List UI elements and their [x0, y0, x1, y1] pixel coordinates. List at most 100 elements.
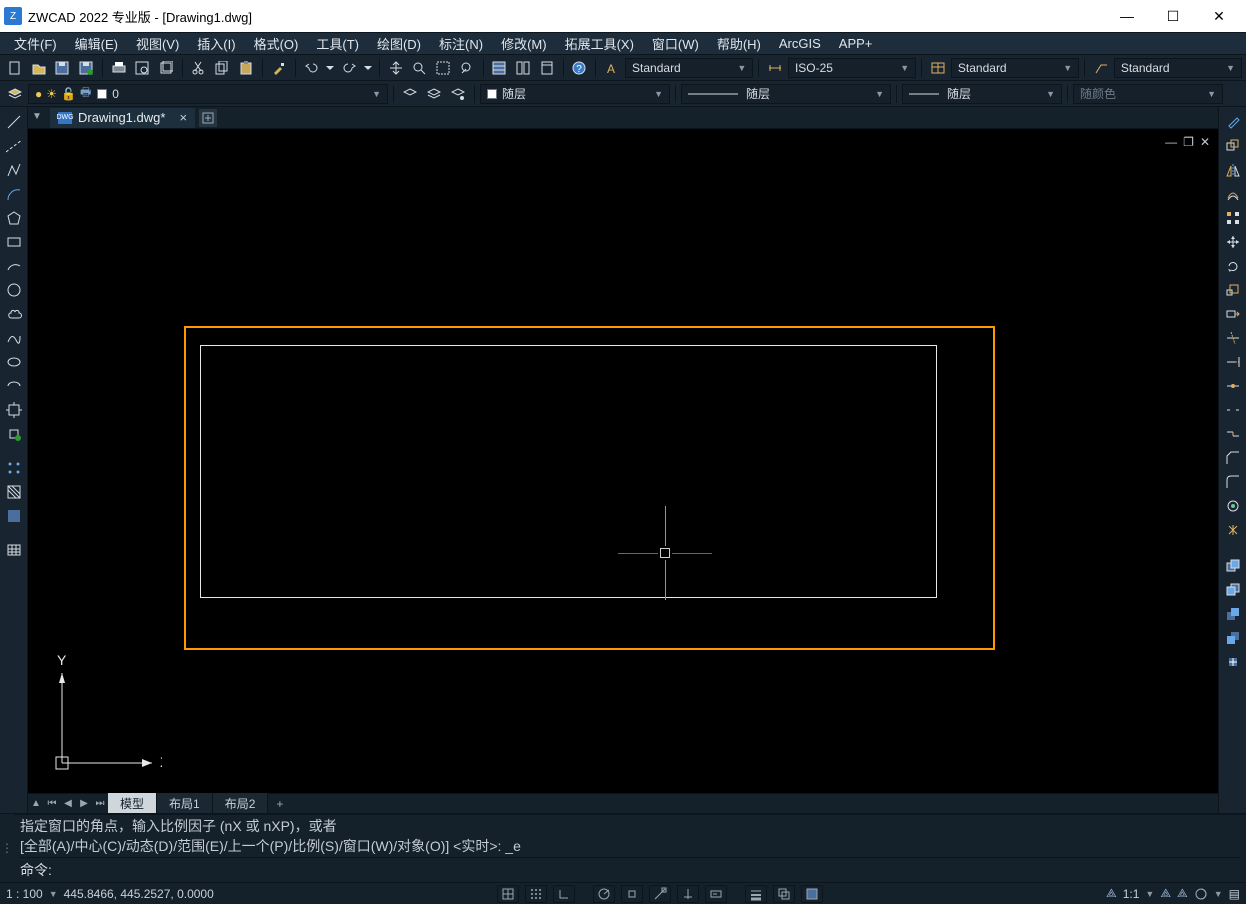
- layout-tab-2[interactable]: 布局2: [213, 793, 269, 813]
- menu-help[interactable]: 帮助(H): [709, 32, 769, 55]
- doc-minimize-button[interactable]: —: [1165, 135, 1177, 149]
- break-at-point-button[interactable]: [1222, 375, 1244, 397]
- layout-tab-model[interactable]: 模型: [108, 793, 157, 813]
- doc-close-button[interactable]: ✕: [1200, 135, 1210, 149]
- undo-button[interactable]: [301, 57, 323, 79]
- model-paper-button[interactable]: [801, 885, 823, 903]
- layout-prev-button[interactable]: ◀: [60, 795, 76, 813]
- design-center-button[interactable]: [512, 57, 534, 79]
- cut-button[interactable]: [188, 57, 210, 79]
- erase-button[interactable]: [1222, 111, 1244, 133]
- layout-last-button[interactable]: ⏭: [92, 795, 108, 813]
- open-button[interactable]: [28, 57, 50, 79]
- table-button[interactable]: [3, 539, 25, 561]
- annotation-icon[interactable]: ⟁: [1106, 886, 1117, 901]
- redo-list-button[interactable]: [362, 57, 374, 79]
- redo-button[interactable]: [338, 57, 360, 79]
- otrack-button[interactable]: [649, 885, 671, 903]
- move-button[interactable]: [1222, 231, 1244, 253]
- menu-view[interactable]: 视图(V): [128, 32, 187, 55]
- dim-style-combo[interactable]: ISO-25 ▼: [788, 58, 916, 78]
- arc3p-button[interactable]: [3, 255, 25, 277]
- gradient-button[interactable]: [3, 505, 25, 527]
- menu-arcgis[interactable]: ArcGIS: [771, 34, 829, 53]
- help-button[interactable]: ?: [569, 57, 591, 79]
- circle-button[interactable]: [3, 279, 25, 301]
- workspace-dropdown[interactable]: ▼: [1214, 889, 1223, 899]
- layout-add-button[interactable]: +: [268, 795, 291, 813]
- linetype-combo[interactable]: 随层 ▼: [681, 84, 891, 104]
- arc-button[interactable]: [3, 183, 25, 205]
- hatch-button[interactable]: [3, 481, 25, 503]
- rotate-button[interactable]: [1222, 255, 1244, 277]
- line-button[interactable]: [3, 111, 25, 133]
- menu-draw[interactable]: 绘图(D): [369, 32, 429, 55]
- revcloud-button[interactable]: [3, 303, 25, 325]
- grid-button[interactable]: [525, 885, 547, 903]
- menu-file[interactable]: 文件(F): [6, 32, 65, 55]
- join-button[interactable]: [1222, 423, 1244, 445]
- explode-button[interactable]: [1222, 519, 1244, 541]
- layer-combo[interactable]: ● ☀ 🔓 🖶 0 ▼: [28, 84, 388, 104]
- layout-first-button[interactable]: ⏮: [44, 795, 60, 813]
- construction-line-button[interactable]: [3, 135, 25, 157]
- zoom-realtime-button[interactable]: [408, 57, 430, 79]
- annotation-auto-icon[interactable]: ⟁: [1177, 886, 1188, 901]
- pan-button[interactable]: [385, 57, 407, 79]
- menu-format[interactable]: 格式(O): [246, 32, 307, 55]
- command-grip[interactable]: ⋮: [0, 814, 14, 882]
- layer-previous-button[interactable]: [399, 83, 421, 105]
- polyline-button[interactable]: [3, 159, 25, 181]
- spline-button[interactable]: [3, 327, 25, 349]
- polar-button[interactable]: [593, 885, 615, 903]
- plot-preview-button[interactable]: [132, 57, 154, 79]
- workspace-switch-icon[interactable]: [1194, 887, 1208, 901]
- table-style-icon[interactable]: [927, 57, 949, 79]
- save-button[interactable]: [51, 57, 73, 79]
- new-tab-button[interactable]: [199, 109, 217, 127]
- draworder-hatch-button[interactable]: [1222, 651, 1244, 673]
- table-style-combo[interactable]: Standard ▼: [951, 58, 1079, 78]
- layout-tab-1[interactable]: 布局1: [157, 793, 213, 813]
- close-button[interactable]: ✕: [1196, 0, 1242, 32]
- dynamic-ucs-button[interactable]: [677, 885, 699, 903]
- annotation-visibility-icon[interactable]: ⟁: [1160, 886, 1171, 901]
- menu-appplus[interactable]: APP+: [831, 34, 881, 53]
- osnap-button[interactable]: [621, 885, 643, 903]
- draworder-under-button[interactable]: [1222, 627, 1244, 649]
- coordinates[interactable]: 445.8466, 445.2527, 0.0000: [64, 887, 214, 901]
- drawing-canvas[interactable]: — ❐ ✕: [28, 129, 1218, 793]
- mleader-style-icon[interactable]: [1090, 57, 1112, 79]
- polygon-button[interactable]: [3, 207, 25, 229]
- document-tab[interactable]: DWG Drawing1.dwg* ×: [50, 108, 195, 128]
- rectangle-button[interactable]: [3, 231, 25, 253]
- layout-next-button[interactable]: ▶: [76, 795, 92, 813]
- cycling-button[interactable]: [773, 885, 795, 903]
- insert-block-button[interactable]: [3, 399, 25, 421]
- dim-style-icon[interactable]: [764, 57, 786, 79]
- menu-tools[interactable]: 工具(T): [308, 32, 367, 55]
- undo-list-button[interactable]: [324, 57, 336, 79]
- lineweight-display-button[interactable]: [745, 885, 767, 903]
- make-block-button[interactable]: [3, 423, 25, 445]
- dynamic-input-button[interactable]: [705, 885, 727, 903]
- command-input[interactable]: [60, 862, 1240, 878]
- tab-close-button[interactable]: ×: [179, 110, 187, 125]
- saveas-button[interactable]: [75, 57, 97, 79]
- draworder-back-button[interactable]: [1222, 579, 1244, 601]
- snap-button[interactable]: [497, 885, 519, 903]
- layer-properties-button[interactable]: [4, 83, 26, 105]
- menu-edit[interactable]: 编辑(E): [67, 32, 126, 55]
- paste-button[interactable]: [235, 57, 257, 79]
- break-button[interactable]: [1222, 399, 1244, 421]
- doc-restore-button[interactable]: ❐: [1183, 135, 1194, 149]
- menu-dimension[interactable]: 标注(N): [431, 32, 491, 55]
- draworder-above-button[interactable]: [1222, 603, 1244, 625]
- minimize-button[interactable]: —: [1104, 0, 1150, 32]
- ortho-button[interactable]: [553, 885, 575, 903]
- point-button[interactable]: [3, 457, 25, 479]
- maximize-button[interactable]: ☐: [1150, 0, 1196, 32]
- matchprop-button[interactable]: [268, 57, 290, 79]
- layer-states-button[interactable]: [423, 83, 445, 105]
- draworder-front-button[interactable]: [1222, 555, 1244, 577]
